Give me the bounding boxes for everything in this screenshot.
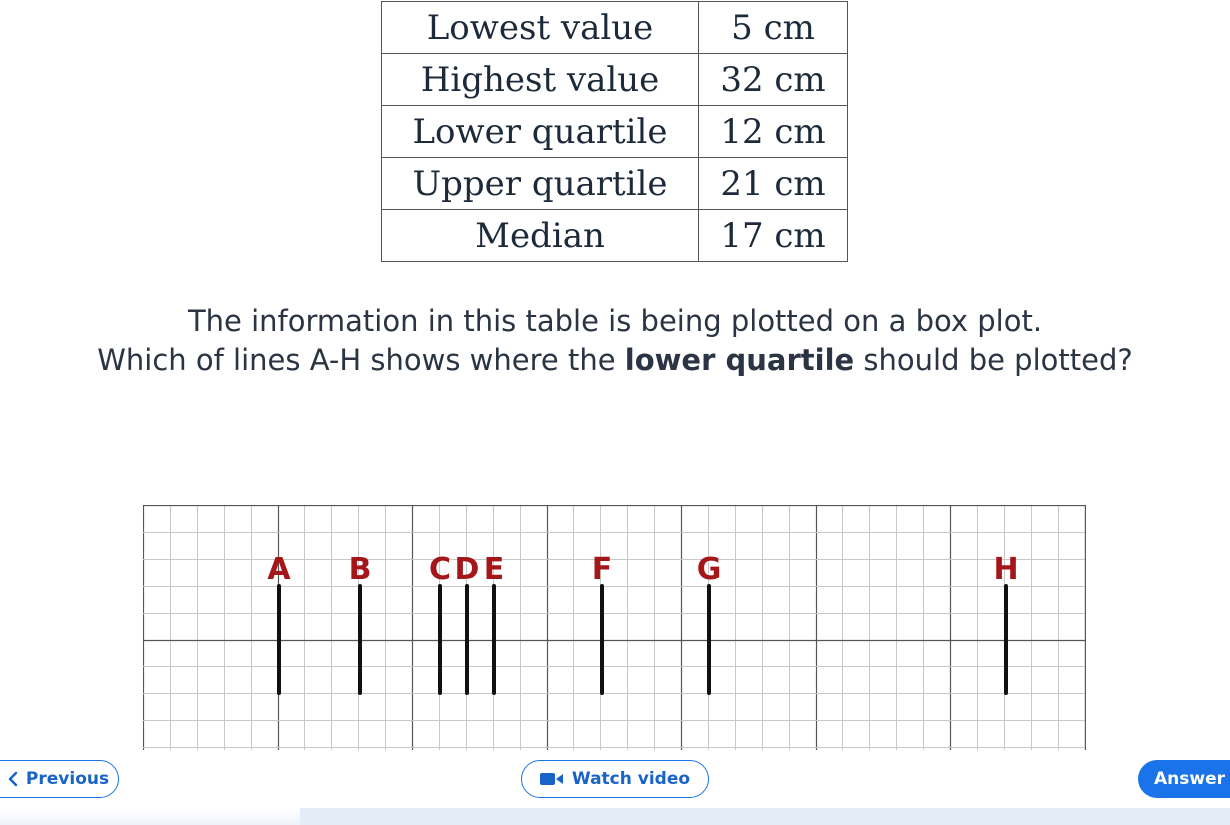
footer-bar: Previous Watch video Answer: [0, 750, 1230, 825]
table-cell-value: 32 cm: [698, 53, 848, 106]
question-line-1: The information in this table is being p…: [187, 304, 1043, 338]
table-row: Lower quartile 12 cm: [381, 105, 848, 158]
candidate-label-e: E: [484, 552, 505, 587]
watch-video-button[interactable]: Watch video: [521, 760, 709, 798]
question-prefix: Which of lines A-H shows where the: [97, 343, 625, 377]
table-cell-value: 17 cm: [698, 209, 848, 262]
table-cell-label: Lowest value: [381, 1, 699, 54]
table-row: Upper quartile 21 cm: [381, 157, 848, 210]
table-cell-value: 21 cm: [698, 157, 848, 210]
table-cell-label: Median: [381, 209, 699, 262]
watch-video-label: Watch video: [571, 769, 691, 789]
answer-button[interactable]: Answer: [1138, 760, 1230, 798]
candidate-label-c: C: [429, 552, 451, 587]
table-row: Lowest value 5 cm: [381, 1, 848, 54]
answer-label: Answer: [1154, 769, 1225, 789]
candidate-label-h: H: [993, 552, 1018, 587]
question-line-2: Which of lines A-H shows where the lower…: [0, 341, 1230, 380]
table-cell-value: 5 cm: [698, 1, 848, 54]
chevron-left-icon: [8, 771, 18, 787]
question-suffix: should be plotted?: [854, 343, 1133, 377]
table-row: Median 17 cm: [381, 209, 848, 262]
table-row: Highest value 32 cm: [381, 53, 848, 106]
candidate-label-b: B: [349, 552, 372, 587]
table-cell-label: Highest value: [381, 53, 699, 106]
question-emphasis: lower quartile: [624, 343, 855, 377]
grid-canvas: A B CDE F G H: [143, 505, 1086, 750]
candidate-label-d: D: [455, 552, 480, 587]
data-table: Lowest value 5 cm Highest value 32 cm Lo…: [381, 1, 848, 262]
candidate-label-a: A: [267, 552, 291, 587]
question-text: The information in this table is being p…: [0, 302, 1230, 380]
table-cell-label: Lower quartile: [381, 105, 699, 158]
candidate-label-g: G: [697, 552, 722, 587]
previous-button[interactable]: Previous: [0, 760, 119, 798]
table-cell-value: 12 cm: [698, 105, 848, 158]
table-cell-label: Upper quartile: [381, 157, 699, 210]
previous-label: Previous: [25, 769, 110, 789]
plot-grid: A B CDE F G H: [143, 505, 1086, 750]
video-camera-icon: [539, 772, 564, 786]
candidate-label-f: F: [592, 552, 613, 587]
